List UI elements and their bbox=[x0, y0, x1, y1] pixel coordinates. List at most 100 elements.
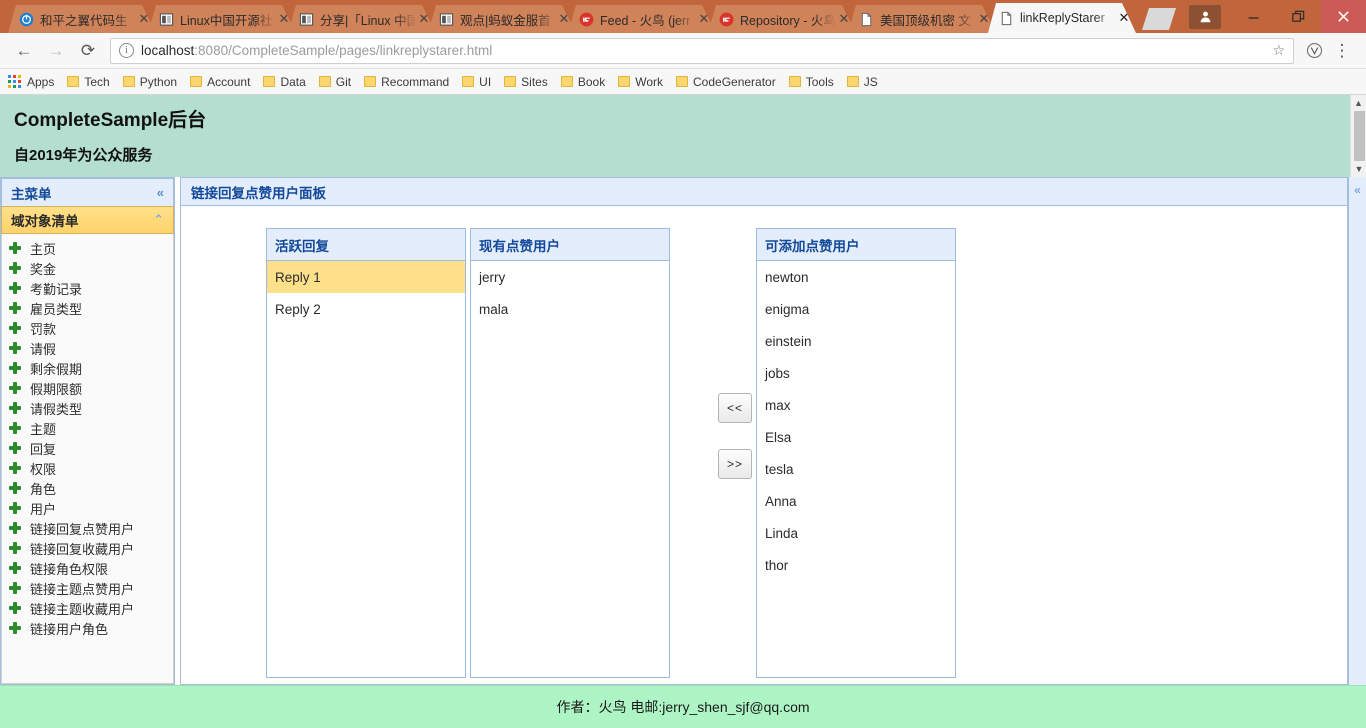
bookmark-item[interactable]: Python bbox=[122, 75, 177, 89]
browser-tab[interactable]: 美国顶级机密 文 ✕ bbox=[848, 5, 996, 33]
bookmark-item[interactable]: JS bbox=[846, 75, 878, 89]
sidebar-item-假期限额[interactable]: 假期限额 bbox=[2, 378, 173, 398]
sidebar-item-链接主题收藏用户[interactable]: 链接主题收藏用户 bbox=[2, 598, 173, 618]
active-replies-panel: 活跃回复 Reply 1 Reply 2 bbox=[266, 228, 466, 678]
plus-icon bbox=[8, 241, 22, 255]
sidebar-item-请假[interactable]: 请假 bbox=[2, 338, 173, 358]
minimize-button[interactable] bbox=[1231, 0, 1276, 33]
sidebar-item-雇员类型[interactable]: 雇员类型 bbox=[2, 298, 173, 318]
bookmark-item[interactable]: Tools bbox=[788, 75, 834, 89]
sidebar-item-剩余假期[interactable]: 剩余假期 bbox=[2, 358, 173, 378]
list-item[interactable]: enigma bbox=[757, 293, 955, 325]
sidebar-item-链接用户角色[interactable]: 链接用户角色 bbox=[2, 618, 173, 638]
scrollbar-thumb[interactable] bbox=[1354, 111, 1365, 161]
tab-close-icon[interactable]: ✕ bbox=[976, 11, 992, 27]
list-item[interactable]: mala bbox=[471, 293, 669, 325]
browser-tab[interactable]: 观点|蚂蚁金服首 ✕ bbox=[428, 5, 576, 33]
list-item[interactable]: Elsa bbox=[757, 421, 955, 453]
reload-icon[interactable]: ⟳ bbox=[74, 37, 102, 65]
sidebar-item-主页[interactable]: 主页 bbox=[2, 238, 173, 258]
restore-button[interactable] bbox=[1276, 0, 1321, 33]
tab-close-icon[interactable]: ✕ bbox=[276, 11, 292, 27]
scroll-down-arrow[interactable]: ▼ bbox=[1351, 161, 1366, 177]
extension-icon[interactable] bbox=[1300, 37, 1328, 65]
bookmark-star-icon[interactable]: ☆ bbox=[1272, 42, 1285, 59]
bookmark-item[interactable]: Git bbox=[318, 75, 351, 89]
bookmark-item[interactable]: Work bbox=[618, 75, 663, 89]
scroll-up-arrow[interactable]: ▲ bbox=[1351, 95, 1366, 111]
chevron-left-icon[interactable]: « bbox=[1354, 183, 1361, 685]
list-item[interactable]: jerry bbox=[471, 261, 669, 293]
chevron-left-icon[interactable]: « bbox=[157, 185, 164, 200]
forward-icon[interactable]: → bbox=[42, 37, 70, 65]
plus-icon bbox=[8, 341, 22, 355]
page-scrollbar[interactable]: ▲ ▼ bbox=[1350, 95, 1366, 177]
close-window-button[interactable] bbox=[1321, 0, 1366, 33]
list-item[interactable]: Reply 2 bbox=[267, 293, 465, 325]
chrome-menu-icon[interactable]: ⋮ bbox=[1328, 37, 1356, 65]
bookmark-item[interactable]: Sites bbox=[504, 75, 548, 89]
sidebar-item-链接角色权限[interactable]: 链接角色权限 bbox=[2, 558, 173, 578]
browser-tab[interactable]: Repository - 火鸟 ✕ bbox=[708, 5, 856, 33]
right-collapse-bar[interactable]: « bbox=[1348, 177, 1366, 685]
bookmark-item[interactable]: Tech bbox=[67, 74, 110, 89]
sidebar-item-罚款[interactable]: 罚款 bbox=[2, 318, 173, 338]
new-tab-button[interactable] bbox=[1142, 8, 1176, 30]
move-right-button[interactable]: >> bbox=[718, 449, 752, 479]
sidebar-item-请假类型[interactable]: 请假类型 bbox=[2, 398, 173, 418]
book-favicon bbox=[158, 11, 174, 27]
list-item[interactable]: Reply 1 bbox=[267, 261, 465, 293]
sidebar-item-链接回复收藏用户[interactable]: 链接回复收藏用户 bbox=[2, 538, 173, 558]
current-star-users-panel: 现有点赞用户 jerry mala bbox=[470, 228, 670, 678]
browser-tab[interactable]: Linux中国开源社 ✕ bbox=[148, 5, 296, 33]
tab-close-icon[interactable]: ✕ bbox=[556, 11, 572, 27]
bookmark-item[interactable]: UI bbox=[462, 75, 491, 89]
bookmark-apps[interactable]: Apps bbox=[8, 75, 54, 89]
sidebar-domain-list-header[interactable]: 域对象清单 ⌃ bbox=[1, 206, 174, 234]
bookmark-item[interactable]: Data bbox=[263, 75, 306, 89]
plus-icon bbox=[8, 541, 22, 555]
tab-close-icon[interactable]: ✕ bbox=[416, 11, 432, 27]
tab-close-icon[interactable]: ✕ bbox=[136, 11, 152, 27]
bookmark-item[interactable]: Recommand bbox=[364, 75, 449, 89]
bookmark-item[interactable]: CodeGenerator bbox=[676, 75, 776, 89]
list-item[interactable]: einstein bbox=[757, 325, 955, 357]
sidebar-item-考勤记录[interactable]: 考勤记录 bbox=[2, 278, 173, 298]
sidebar-item-主题[interactable]: 主题 bbox=[2, 418, 173, 438]
move-left-button[interactable]: << bbox=[718, 393, 752, 423]
list-item[interactable]: max bbox=[757, 389, 955, 421]
sidebar-item-奖金[interactable]: 奖金 bbox=[2, 258, 173, 278]
site-info-icon[interactable]: i bbox=[119, 43, 134, 58]
list-item[interactable]: newton bbox=[757, 261, 955, 293]
browser-tab[interactable]: Feed - 火鸟 (jerr ✕ bbox=[568, 5, 716, 33]
tab-close-icon[interactable]: ✕ bbox=[1116, 10, 1132, 26]
sidebar-item-权限[interactable]: 权限 bbox=[2, 458, 173, 478]
back-icon[interactable]: ← bbox=[10, 37, 38, 65]
browser-tab[interactable]: 分享|「Linux 中国 ✕ bbox=[288, 5, 436, 33]
tab-close-icon[interactable]: ✕ bbox=[696, 11, 712, 27]
sidebar-main-menu-header[interactable]: 主菜单 « bbox=[1, 178, 174, 206]
address-bar[interactable]: i localhost:8080/CompleteSample/pages/li… bbox=[110, 37, 1294, 64]
bookmark-label: Tech bbox=[84, 74, 110, 89]
bookmark-label: Sites bbox=[521, 74, 548, 89]
chevron-up-icon[interactable]: ⌃ bbox=[153, 212, 164, 228]
sidebar-item-链接回复点赞用户[interactable]: 链接回复点赞用户 bbox=[2, 518, 173, 538]
sidebar-item-链接主题点赞用户[interactable]: 链接主题点赞用户 bbox=[2, 578, 173, 598]
sidebar-item-回复[interactable]: 回复 bbox=[2, 438, 173, 458]
browser-tab[interactable]: 和平之翼代码生 ✕ bbox=[8, 5, 156, 33]
list-item[interactable]: thor bbox=[757, 549, 955, 581]
tab-close-icon[interactable]: ✕ bbox=[836, 11, 852, 27]
sidebar-item-label: 链接用户角色 bbox=[30, 621, 109, 637]
sidebar-item-label: 主页 bbox=[30, 241, 57, 257]
sidebar-item-用户[interactable]: 用户 bbox=[2, 498, 173, 518]
bookmark-item[interactable]: Book bbox=[560, 75, 605, 89]
bookmark-item[interactable]: Account bbox=[190, 75, 250, 89]
list-item[interactable]: Linda bbox=[757, 517, 955, 549]
list-item[interactable]: jobs bbox=[757, 357, 955, 389]
list-item[interactable]: Anna bbox=[757, 485, 955, 517]
browser-tab[interactable]: linkReplyStarer ✕ bbox=[988, 3, 1136, 33]
folder-icon bbox=[676, 76, 688, 87]
sidebar-item-角色[interactable]: 角色 bbox=[2, 478, 173, 498]
profile-icon[interactable] bbox=[1189, 4, 1221, 29]
list-item[interactable]: tesla bbox=[757, 453, 955, 485]
